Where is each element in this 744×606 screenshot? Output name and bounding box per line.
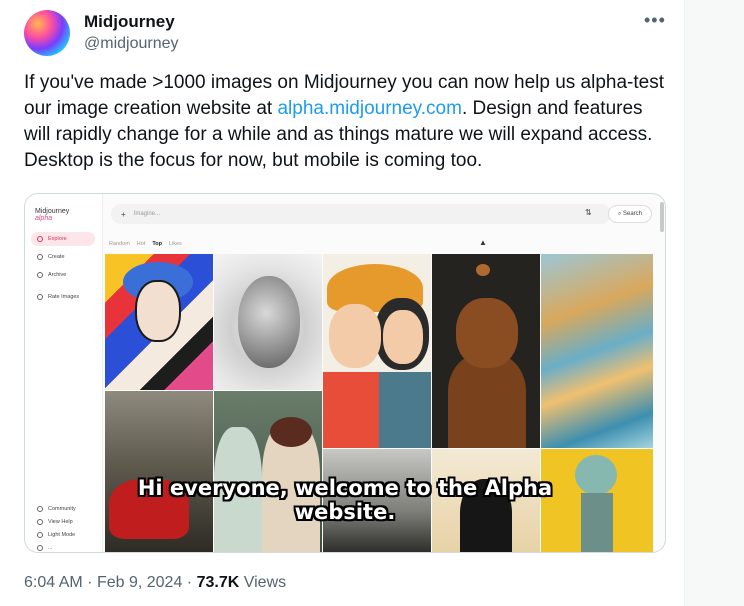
tweet-text: If you've made >1000 images on Midjourne… — [24, 70, 664, 174]
image-tile-dog-ball — [432, 254, 540, 448]
app-tabs: Random Hot Top Likes — [109, 241, 182, 247]
tweet-media-video[interactable]: Midjourney alpha Explore Create Archive R… — [24, 193, 666, 553]
tweet-time[interactable]: 6:04 AM — [24, 574, 83, 591]
sidebar-item-create: Create — [31, 250, 95, 264]
brush-icon — [37, 254, 43, 260]
image-tile-astronauts — [214, 391, 322, 552]
meta-separator: · — [186, 574, 193, 591]
tweet-date[interactable]: Feb 9, 2024 — [97, 574, 182, 591]
image-tile-water-caustics — [541, 254, 653, 448]
image-tile-illustrated-kids — [323, 254, 431, 448]
filter-icon: ⇅ — [585, 208, 592, 217]
user-icon — [37, 545, 43, 551]
sidebar-item-explore: Explore — [31, 232, 95, 246]
tab-likes: Likes — [169, 241, 182, 247]
sidebar-item-archive: Archive — [31, 268, 95, 282]
more-options-icon[interactable]: ••• — [644, 10, 666, 31]
image-tile-sculpted-face — [214, 254, 322, 390]
sidebar-item-user: ... — [31, 541, 95, 552]
views-count: 73.7K — [196, 574, 240, 591]
app-scrollbar — [660, 202, 664, 232]
sidebar-item-rate-images: Rate Images — [31, 290, 95, 304]
views-label: Views — [243, 574, 287, 591]
app-search-button: ⌕ Search — [608, 205, 652, 223]
tab-random: Random — [109, 241, 130, 247]
tab-hot: Hot — [136, 241, 146, 247]
author-handle[interactable]: @midjourney — [84, 35, 179, 53]
mouse-cursor-icon: ▲ — [479, 238, 487, 247]
help-icon — [37, 519, 43, 525]
archive-icon — [37, 272, 43, 278]
image-tile-red-car — [105, 391, 213, 552]
image-tile-pop-art-portrait — [105, 254, 213, 390]
thumbs-up-icon — [37, 294, 43, 300]
avatar[interactable] — [24, 10, 70, 56]
tweet-link[interactable]: alpha.midjourney.com — [277, 98, 461, 119]
plus-icon: + — [121, 209, 126, 219]
sidebar-item-light-mode: Light Mode — [31, 528, 95, 542]
globe-icon — [37, 506, 43, 512]
app-search-bar: + Imagine... — [111, 204, 611, 224]
video-caption: Hi everyone, welcome to the Alpha websit… — [137, 476, 553, 524]
meta-separator: · — [87, 574, 93, 591]
app-logo: Midjourney alpha — [35, 208, 70, 222]
tab-top: Top — [152, 241, 163, 247]
right-gutter — [684, 0, 744, 606]
author-name[interactable]: Midjourney — [84, 12, 175, 32]
sun-icon — [37, 532, 43, 538]
tweet-meta: 6:04 AM · Feb 9, 2024 · 73.7K Views — [24, 574, 286, 592]
compass-icon — [37, 236, 43, 242]
